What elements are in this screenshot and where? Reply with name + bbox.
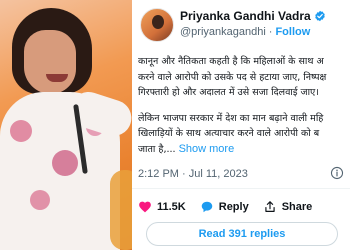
share-button[interactable]: Share	[263, 200, 313, 214]
handle-row: @priyankagandhi · Follow	[180, 26, 310, 38]
separator-dot: ·	[268, 26, 273, 38]
floral-print	[10, 120, 32, 142]
avatar[interactable]	[140, 8, 174, 42]
photo-face	[24, 30, 76, 94]
floral-print	[52, 150, 78, 176]
follow-button[interactable]: Follow	[275, 26, 310, 38]
like-button[interactable]: 11.5K	[138, 200, 186, 214]
tweet-line: गिरफ्तारी हो और अदालत में उसे सजा दिलवाई…	[138, 87, 319, 98]
tweet-line: कानून और नैतिकता कहती है कि महिलाओं के स…	[138, 56, 324, 67]
author-name[interactable]: Priyanka Gandhi Vadra	[180, 9, 311, 23]
verified-badge-icon	[314, 10, 325, 22]
share-label: Share	[281, 201, 313, 213]
tweet-card: Priyanka Gandhi Vadra @priyankagandhi · …	[132, 0, 350, 250]
show-more-link[interactable]: Show more	[179, 143, 235, 155]
tweet-text: कानून और नैतिकता कहती है कि महिलाओं के स…	[138, 54, 350, 157]
heart-icon	[139, 201, 151, 213]
floral-print	[30, 190, 50, 210]
flower-decoration	[110, 170, 132, 250]
speaker-photo	[0, 0, 132, 250]
tweet-timestamp[interactable]: 2:12 PM · Jul 11, 2023	[138, 168, 248, 180]
like-count: 11.5K	[157, 201, 186, 213]
tweet-line: करने वाले आरोपी को उसके पद से हटाया जाए,…	[138, 71, 327, 83]
author-name-row: Priyanka Gandhi Vadra	[180, 9, 326, 23]
tweet-actions: 11.5K Reply Share	[138, 200, 326, 214]
reply-bubble-icon	[201, 201, 212, 213]
info-icon[interactable]	[330, 166, 344, 180]
tweet-line: लेकिन भाजपा सरकार में देश का मान बढ़ाने …	[138, 112, 324, 124]
read-replies-button[interactable]: Read 391 replies	[146, 222, 338, 246]
reply-button[interactable]: Reply	[200, 200, 249, 214]
divider	[132, 188, 350, 189]
tweet-line: खिलाड़ियों के साथ अत्याचार करने वाले आरो…	[138, 128, 320, 139]
share-icon	[265, 201, 275, 212]
reply-label: Reply	[218, 201, 249, 213]
tweet-line-last: जाता है,... Show more	[138, 142, 350, 158]
tweet-line-text: जाता है,...	[138, 143, 176, 155]
author-handle[interactable]: @priyankagandhi	[180, 26, 266, 38]
